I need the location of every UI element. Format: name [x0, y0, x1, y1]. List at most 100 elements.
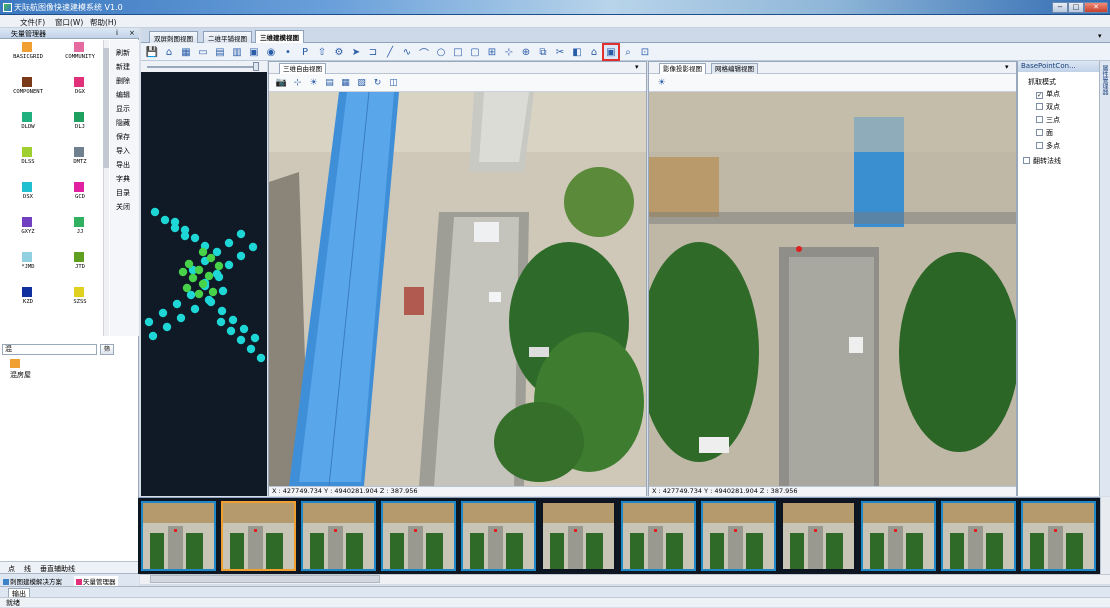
tab-vector-manager[interactable]: 矢量管理器 — [74, 576, 118, 586]
layer-action-button[interactable]: 导出 — [116, 160, 130, 170]
flip-normal-option[interactable]: 翻转法线 — [1023, 156, 1061, 166]
wireframe-icon[interactable]: ▦ — [339, 76, 352, 89]
layer-action-button[interactable]: 目录 — [116, 188, 130, 198]
checkbox[interactable] — [1036, 103, 1043, 110]
attach-icon[interactable]: ⊕ — [519, 45, 533, 59]
capture-option[interactable]: 多点 — [1036, 141, 1060, 151]
image-thumbnail[interactable] — [141, 501, 216, 571]
asu-icon[interactable]: ▤ — [323, 76, 336, 89]
survey-point[interactable] — [182, 283, 192, 293]
checkbox[interactable] — [1036, 142, 1043, 149]
line-icon[interactable]: ╱ — [383, 45, 397, 59]
survey-point[interactable] — [256, 353, 266, 363]
survey-point[interactable] — [206, 297, 216, 307]
survey-point[interactable] — [148, 331, 158, 341]
survey-point[interactable] — [228, 315, 238, 325]
survey-point[interactable] — [212, 247, 222, 257]
survey-point[interactable] — [208, 287, 218, 297]
layer-action-button[interactable]: 关闭 — [116, 202, 130, 212]
minimize-button[interactable]: − — [1052, 2, 1068, 13]
tab-2d-tile[interactable]: 二维平铺视图 — [203, 31, 252, 43]
image-thumbnail[interactable] — [1021, 501, 1096, 571]
scissors-icon[interactable]: ✂ — [553, 45, 567, 59]
survey-point[interactable] — [236, 251, 246, 261]
house-icon[interactable]: ⌂ — [587, 45, 601, 59]
tab-3d-modeling[interactable]: 三维建模视图 — [255, 30, 304, 43]
home-icon[interactable]: ⌂ — [162, 45, 176, 59]
layer-item[interactable]: DMTZ — [54, 145, 106, 180]
layer-item[interactable]: DLJ — [54, 110, 106, 145]
sun-icon[interactable]: ☀ — [307, 76, 320, 89]
survey-point[interactable] — [178, 267, 188, 277]
capture-option[interactable]: 面 — [1036, 128, 1053, 138]
layer-item[interactable]: SZSS — [54, 285, 106, 320]
survey-point[interactable] — [236, 229, 246, 239]
layer-item[interactable]: KZD — [2, 285, 54, 320]
survey-point[interactable] — [226, 326, 236, 336]
tab-properties[interactable]: 属性管理器 — [1101, 65, 1109, 125]
slider-track[interactable] — [147, 66, 255, 68]
grid-icon[interactable]: ▦ — [179, 45, 193, 59]
image-icon[interactable]: ▣ — [247, 45, 261, 59]
checkbox[interactable] — [1023, 157, 1030, 164]
mirror-icon[interactable]: ◧ — [570, 45, 584, 59]
layout2-icon[interactable]: ▥ — [230, 45, 244, 59]
layer-item[interactable]: DLSS — [2, 145, 54, 180]
survey-point[interactable] — [250, 333, 260, 343]
circle-icon[interactable]: ○ — [434, 45, 448, 59]
measure-icon[interactable]: ⊞ — [485, 45, 499, 59]
checkbox[interactable] — [1036, 116, 1043, 123]
chevron-down-icon[interactable]: ▾ — [1098, 32, 1102, 40]
layer-action-button[interactable]: 编辑 — [116, 90, 130, 100]
image-thumbnail[interactable] — [621, 501, 696, 571]
survey-point[interactable] — [190, 304, 200, 314]
layer-action-button[interactable]: 删除 — [116, 76, 130, 86]
tab-image-projection[interactable]: 影像投影视图 — [659, 63, 706, 74]
image-thumbnail[interactable] — [381, 501, 456, 571]
survey-point[interactable] — [150, 207, 160, 217]
layer-item[interactable]: JJ — [54, 215, 106, 250]
layer-item[interactable]: COMPONENT — [2, 75, 54, 110]
maximize-button[interactable]: □ — [1068, 2, 1084, 13]
image-thumbnail[interactable] — [461, 501, 536, 571]
up-icon[interactable]: ⇧ — [315, 45, 329, 59]
survey-point[interactable] — [180, 225, 190, 235]
layer-action-button[interactable]: 刷新 — [116, 48, 130, 58]
survey-point[interactable] — [190, 233, 200, 243]
layer-item[interactable]: DGX — [54, 75, 106, 110]
px-icon[interactable]: P — [298, 45, 312, 59]
survey-point[interactable] — [204, 271, 214, 281]
arc-icon[interactable]: ⌒ — [417, 45, 431, 60]
move-icon[interactable]: ⊹ — [291, 76, 304, 89]
capture-option[interactable]: 双点 — [1036, 102, 1060, 112]
layer-item[interactable]: JTD — [54, 250, 106, 285]
survey-point[interactable] — [194, 289, 204, 299]
survey-point[interactable] — [224, 260, 234, 270]
layer-action-button[interactable]: 字典 — [116, 174, 130, 184]
copy-icon[interactable]: ⧉ — [536, 45, 550, 59]
close-button[interactable]: ✕ — [1084, 2, 1108, 13]
survey-point[interactable] — [246, 344, 256, 354]
scroll-thumb[interactable] — [103, 48, 109, 168]
tab-3d-free[interactable]: 三维自由视图 — [279, 63, 326, 74]
filter-button[interactable]: 筛 — [100, 344, 114, 355]
image-thumbnail[interactable] — [941, 501, 1016, 571]
survey-point[interactable] — [239, 324, 249, 334]
chevron-down-icon[interactable]: ▾ — [635, 63, 639, 71]
pointer-icon[interactable]: ➤ — [349, 45, 363, 59]
capture-option[interactable]: ✓ 单点 — [1036, 89, 1060, 99]
survey-point[interactable] — [144, 317, 154, 327]
aerial-image-scene[interactable] — [649, 92, 1016, 486]
fit-icon[interactable]: ⊡ — [638, 45, 652, 59]
checkbox[interactable] — [1036, 129, 1043, 136]
rect-open-icon[interactable]: ⊐ — [366, 45, 380, 59]
layer-item[interactable]: GCD — [54, 180, 106, 215]
plus-icon[interactable]: ⊹ — [502, 45, 516, 59]
survey-point[interactable] — [188, 273, 198, 283]
pin-icon[interactable]: ⅰ — [116, 29, 118, 37]
chevron-down-icon[interactable]: ▾ — [1005, 63, 1009, 71]
survey-point[interactable] — [216, 317, 226, 327]
select-box-icon[interactable]: ▣ — [602, 43, 620, 61]
save-icon[interactable]: 💾 — [145, 45, 159, 59]
filmstrip-scrollbar[interactable] — [1100, 497, 1110, 574]
